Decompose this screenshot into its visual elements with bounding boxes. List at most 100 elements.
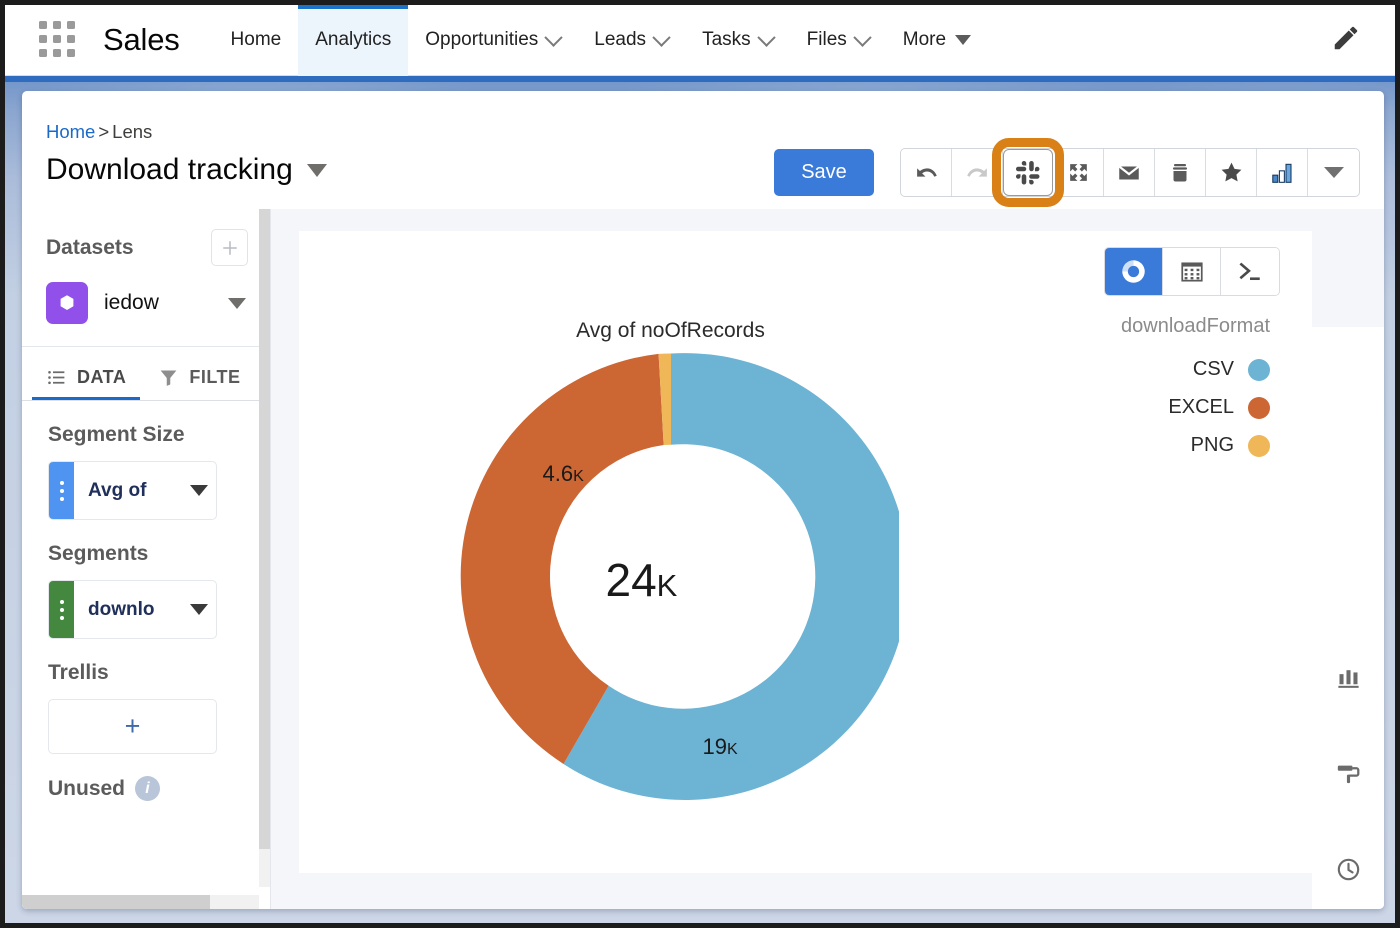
breadcrumb-home-link[interactable]: Home [46, 121, 95, 142]
chevron-down-icon [652, 28, 670, 46]
donut-chart-wrapper: 4.6K 19K 24K [299, 349, 1312, 805]
nav-item-label: Home [231, 29, 282, 51]
bar-chart-icon [1269, 160, 1295, 186]
email-button[interactable] [1104, 149, 1155, 196]
clock-icon [1335, 856, 1362, 883]
table-view-button[interactable] [1163, 248, 1221, 295]
view-mode-toggle [1104, 247, 1280, 296]
lens-header: Home>Lens Download tracking Save [22, 91, 1384, 209]
nav-item-list: Home Analytics Opportunities Leads Tasks… [214, 5, 989, 76]
plus-icon [221, 239, 239, 257]
drag-handle-icon[interactable] [49, 581, 74, 638]
lens-card: Home>Lens Download tracking Save [22, 91, 1384, 909]
dataset-icon [46, 282, 88, 324]
nav-item-files[interactable]: Files [790, 5, 886, 76]
nav-item-more[interactable]: More [886, 5, 988, 76]
tab-data[interactable]: DATA [46, 347, 126, 400]
tab-label: FILTE [189, 367, 240, 388]
table-grid-icon [1179, 259, 1205, 285]
tab-label: DATA [77, 367, 126, 388]
info-icon[interactable]: i [135, 776, 160, 801]
dimension-pill-segments[interactable]: downlo [48, 580, 217, 639]
donut-chart-icon [1120, 258, 1147, 285]
drag-handle-icon[interactable] [49, 462, 74, 519]
scrollbar-thumb[interactable] [259, 209, 270, 849]
chart-view-button[interactable] [1105, 248, 1163, 295]
nav-item-label: Tasks [702, 29, 751, 51]
donut-chart[interactable]: 4.6K 19K 24K [443, 349, 899, 805]
list-icon [46, 367, 67, 388]
nav-item-label: Leads [594, 29, 646, 51]
caret-down-icon [1324, 167, 1344, 178]
save-as-button[interactable] [1155, 149, 1206, 196]
caret-down-icon[interactable] [182, 462, 216, 519]
favorite-button[interactable] [1206, 149, 1257, 196]
dataset-item-iedow[interactable]: iedow [22, 266, 270, 346]
pencil-icon[interactable] [1331, 23, 1361, 58]
unused-section: Unused i [22, 754, 270, 801]
breadcrumb-current: Lens [112, 121, 152, 142]
formatting-button[interactable] [1328, 753, 1368, 793]
lens-body: Datasets iedow [22, 209, 1384, 909]
chart-region: Avg of noOfRecords downloadFormat CSV EX… [271, 209, 1384, 909]
sidebar-tabs: DATA FILTE [22, 347, 270, 400]
nav-item-label: More [903, 29, 946, 51]
measure-pill-label: Avg of [74, 462, 182, 519]
add-dataset-button[interactable] [211, 229, 248, 266]
chevron-down-icon[interactable] [307, 164, 327, 177]
legend-title: downloadFormat [1121, 315, 1270, 338]
bar-chart-icon [1335, 664, 1362, 691]
dataset-name: iedow [104, 291, 159, 315]
page-title: Download tracking [46, 153, 327, 187]
caret-down-icon [955, 35, 971, 45]
section-label-segment-size: Segment Size [22, 401, 270, 447]
chevron-down-icon[interactable] [228, 298, 246, 309]
history-button[interactable] [1328, 849, 1368, 889]
share-slack-button[interactable] [1003, 149, 1053, 196]
undo-button[interactable] [901, 149, 952, 196]
sidebar-horizontal-scrollbar[interactable] [22, 895, 259, 909]
nav-item-opportunities[interactable]: Opportunities [408, 5, 577, 76]
scrollbar-thumb[interactable] [22, 895, 210, 909]
app-launcher-icon[interactable] [39, 21, 77, 59]
app-name: Sales [103, 22, 180, 58]
sidebar-vertical-scrollbar[interactable] [259, 209, 270, 887]
add-trellis-button[interactable]: + [48, 699, 217, 754]
more-menu-button[interactable] [1308, 149, 1359, 196]
chart-options-rail [1312, 327, 1384, 909]
donut-svg[interactable] [443, 349, 899, 805]
nav-item-leads[interactable]: Leads [577, 5, 685, 76]
section-label-trellis: Trellis [22, 639, 270, 685]
query-view-button[interactable] [1221, 248, 1279, 295]
nav-item-label: Opportunities [425, 29, 538, 51]
measure-pill-segment-size[interactable]: Avg of [48, 461, 217, 520]
paint-roller-icon [1335, 760, 1362, 787]
chart-type-button[interactable] [1257, 149, 1308, 196]
redo-button[interactable] [952, 149, 1003, 196]
page-title-text: Download tracking [46, 153, 293, 187]
caret-down-icon[interactable] [182, 581, 216, 638]
tab-filters[interactable]: FILTE [158, 347, 240, 400]
breadcrumb: Home>Lens [46, 121, 152, 143]
terminal-icon [1237, 259, 1263, 285]
star-icon [1219, 160, 1244, 185]
chevron-down-icon [757, 28, 775, 46]
envelope-icon [1116, 160, 1142, 186]
lens-toolbar: Save [774, 148, 1360, 197]
nav-item-tasks[interactable]: Tasks [685, 5, 790, 76]
chart-options-button[interactable] [1328, 657, 1368, 697]
fullscreen-button[interactable] [1053, 149, 1104, 196]
save-button[interactable]: Save [774, 149, 874, 196]
dimension-pill-label: downlo [74, 581, 182, 638]
nav-item-label: Analytics [315, 29, 391, 51]
nav-item-analytics[interactable]: Analytics [298, 5, 408, 76]
app-window: Sales Home Analytics Opportunities Leads… [0, 0, 1400, 928]
nav-item-label: Files [807, 29, 847, 51]
nav-item-home[interactable]: Home [214, 5, 299, 76]
chart-canvas: Avg of noOfRecords downloadFormat CSV EX… [299, 231, 1312, 873]
unused-label: Unused [48, 777, 125, 801]
database-icon [1168, 161, 1192, 185]
global-navigation-bar: Sales Home Analytics Opportunities Leads… [5, 5, 1395, 76]
slack-icon [1015, 160, 1041, 186]
breadcrumb-separator: > [98, 121, 109, 142]
